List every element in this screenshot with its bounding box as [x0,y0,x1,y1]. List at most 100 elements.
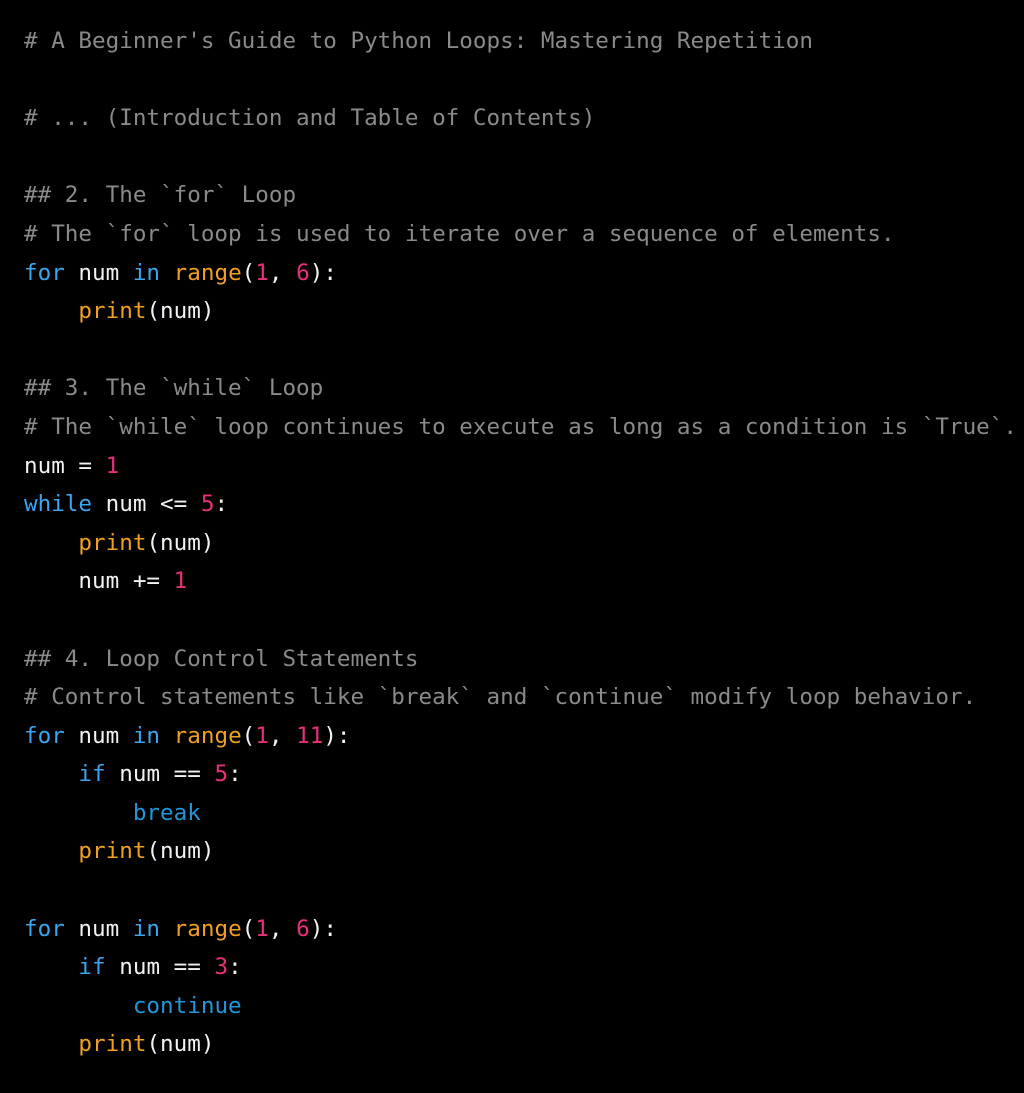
token-number: 3 [214,954,229,981]
token-keyword: if [78,954,106,981]
token-number: 11 [296,722,324,749]
token-plain: num = [24,452,106,479]
token-punct: ): [309,915,337,942]
token-number: 1 [105,452,120,479]
python-code-listing[interactable]: # A Beginner's Guide to Python Loops: Ma… [0,0,1024,1064]
line-7-for-statement: for num in range(1, 6): [24,254,1024,293]
token-plain: num += [24,568,174,595]
token-keyword: in [132,915,161,942]
token-keyword: while [24,491,93,518]
line-5-heading-for-loop: ## 2. The `for` Loop [24,176,1024,215]
token-punct: ): [309,259,337,286]
token-builtin: print [78,1031,147,1058]
comment-text: ## 4. Loop Control Statements [24,645,419,672]
token-builtin: print [78,529,147,556]
token-keyword: in [132,259,161,286]
token-punct: , [268,722,297,749]
token-plain: num [64,259,133,286]
token-plain: num [64,722,133,749]
token-keyword_alt: break [132,799,201,826]
line-9-blank [24,331,1024,370]
token-punct: (num) [146,298,215,325]
token-number: 5 [200,491,215,518]
line-21-break-statement: break [24,794,1024,833]
token-punct: : [228,954,242,981]
comment-text: # Control statements like `break` and `c… [24,684,977,711]
line-3-toc-comment: # ... (Introduction and Table of Content… [24,99,1024,138]
line-4-blank [24,138,1024,177]
token-number: 1 [255,915,269,942]
token-number: 1 [173,568,188,595]
line-10-heading-while-loop: ## 3. The `while` Loop [24,369,1024,408]
line-24-for-statement: for num in range(1, 6): [24,910,1024,949]
token-plain: num == [105,954,215,981]
token-builtin: print [78,838,147,865]
token-punct: ): [323,722,351,749]
line-6-comment-for-loop: # The `for` loop is used to iterate over… [24,215,1024,254]
line-22-print-num: print(num) [24,832,1024,871]
line-12-num-assign: num = 1 [24,447,1024,486]
token-punct: , [268,915,297,942]
token-number: 5 [214,761,229,788]
token-keyword: if [78,761,106,788]
token-number: 6 [296,259,310,286]
line-19-for-statement: for num in range(1, 11): [24,717,1024,756]
token-builtin: range [173,915,242,942]
line-17-heading-loop-control: ## 4. Loop Control Statements [24,640,1024,679]
token-punct: (num) [146,529,215,556]
comment-text: # The `while` loop continues to execute … [24,413,1017,440]
line-27-print-num: print(num) [24,1025,1024,1064]
token-plain: num [64,915,133,942]
line-8-print-num: print(num) [24,292,1024,331]
token-punct: , [268,259,297,286]
line-2-blank [24,61,1024,100]
token-plain: num <= [92,491,201,518]
token-plain: num == [105,761,215,788]
line-14-print-num: print(num) [24,524,1024,563]
token-punct: ( [241,259,256,286]
token-punct: : [214,491,229,518]
line-26-continue-statement: continue [24,987,1024,1026]
comment-text: ## 3. The `while` Loop [24,375,324,402]
line-18-comment-loop-control: # Control statements like `break` and `c… [24,678,1024,717]
line-11-comment-while-loop: # The `while` loop continues to execute … [24,408,1024,447]
comment-text: ## 2. The `for` Loop [24,182,297,209]
token-keyword: for [24,915,65,942]
token-builtin: range [173,259,242,286]
token-punct: ( [241,915,256,942]
line-13-while-statement: while num <= 5: [24,485,1024,524]
comment-text: # A Beginner's Guide to Python Loops: Ma… [24,28,813,54]
line-16-blank [24,601,1024,640]
comment-text: # ... (Introduction and Table of Content… [24,105,596,132]
token-builtin: print [78,298,147,325]
line-20-if-statement: if num == 5: [24,755,1024,794]
token-keyword: in [132,722,161,749]
comment-text: # The `for` loop is used to iterate over… [24,220,895,247]
token-punct: ( [241,722,256,749]
token-punct: (num) [146,838,215,865]
token-number: 6 [296,915,310,942]
line-23-blank [24,871,1024,910]
token-number: 1 [255,722,269,749]
token-number: 1 [255,259,269,286]
line-1-title-comment: # A Beginner's Guide to Python Loops: Ma… [24,22,1024,61]
token-punct: (num) [146,1031,215,1058]
token-keyword_alt: continue [132,992,242,1019]
token-punct: : [228,761,242,788]
line-15-num-increment: num += 1 [24,562,1024,601]
token-keyword: for [24,259,65,286]
token-keyword: for [24,722,65,749]
token-builtin: range [173,722,242,749]
line-25-if-statement: if num == 3: [24,948,1024,987]
